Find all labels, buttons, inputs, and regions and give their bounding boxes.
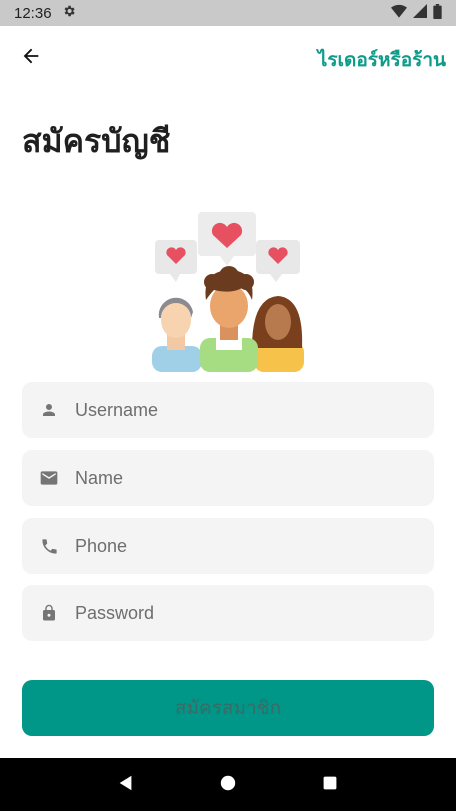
people-hearts-illustration (150, 208, 308, 372)
rider-or-store-link[interactable]: ไรเดอร์หรือร้าน (318, 45, 446, 75)
home-circle-icon (219, 774, 237, 796)
back-triangle-icon (117, 774, 135, 796)
nav-home-button[interactable] (208, 765, 248, 805)
username-field[interactable] (22, 382, 434, 438)
status-bar: 12:36 (0, 0, 456, 26)
email-icon (38, 467, 60, 489)
person-icon (38, 399, 60, 421)
name-field[interactable] (22, 450, 434, 506)
signup-button[interactable]: สมัครสมาชิก (22, 680, 434, 736)
signup-screen: 12:36 ไรเดอร์หรือร้าน สมัครบัญชี Usernam… (0, 0, 456, 811)
signal-icon (413, 4, 427, 22)
system-nav-bar (0, 758, 456, 811)
back-button[interactable] (16, 43, 46, 73)
nav-back-button[interactable] (106, 765, 146, 805)
phone-input[interactable] (75, 535, 395, 557)
name-input[interactable] (75, 467, 395, 489)
password-field[interactable] (22, 585, 434, 641)
lock-icon (38, 602, 60, 624)
page-title: สมัครบัญชี (22, 122, 171, 160)
phone-icon (38, 535, 60, 557)
password-input[interactable] (75, 602, 395, 624)
username-input[interactable] (75, 399, 395, 421)
battery-icon (433, 3, 442, 23)
phone-field[interactable] (22, 518, 434, 574)
wifi-icon (391, 4, 407, 22)
settings-icon (62, 4, 76, 22)
arrow-back-icon (20, 45, 42, 71)
recents-square-icon (322, 775, 338, 795)
nav-recents-button[interactable] (310, 765, 350, 805)
status-time: 12:36 (14, 4, 52, 22)
app-bar: ไรเดอร์หรือร้าน (0, 26, 456, 88)
